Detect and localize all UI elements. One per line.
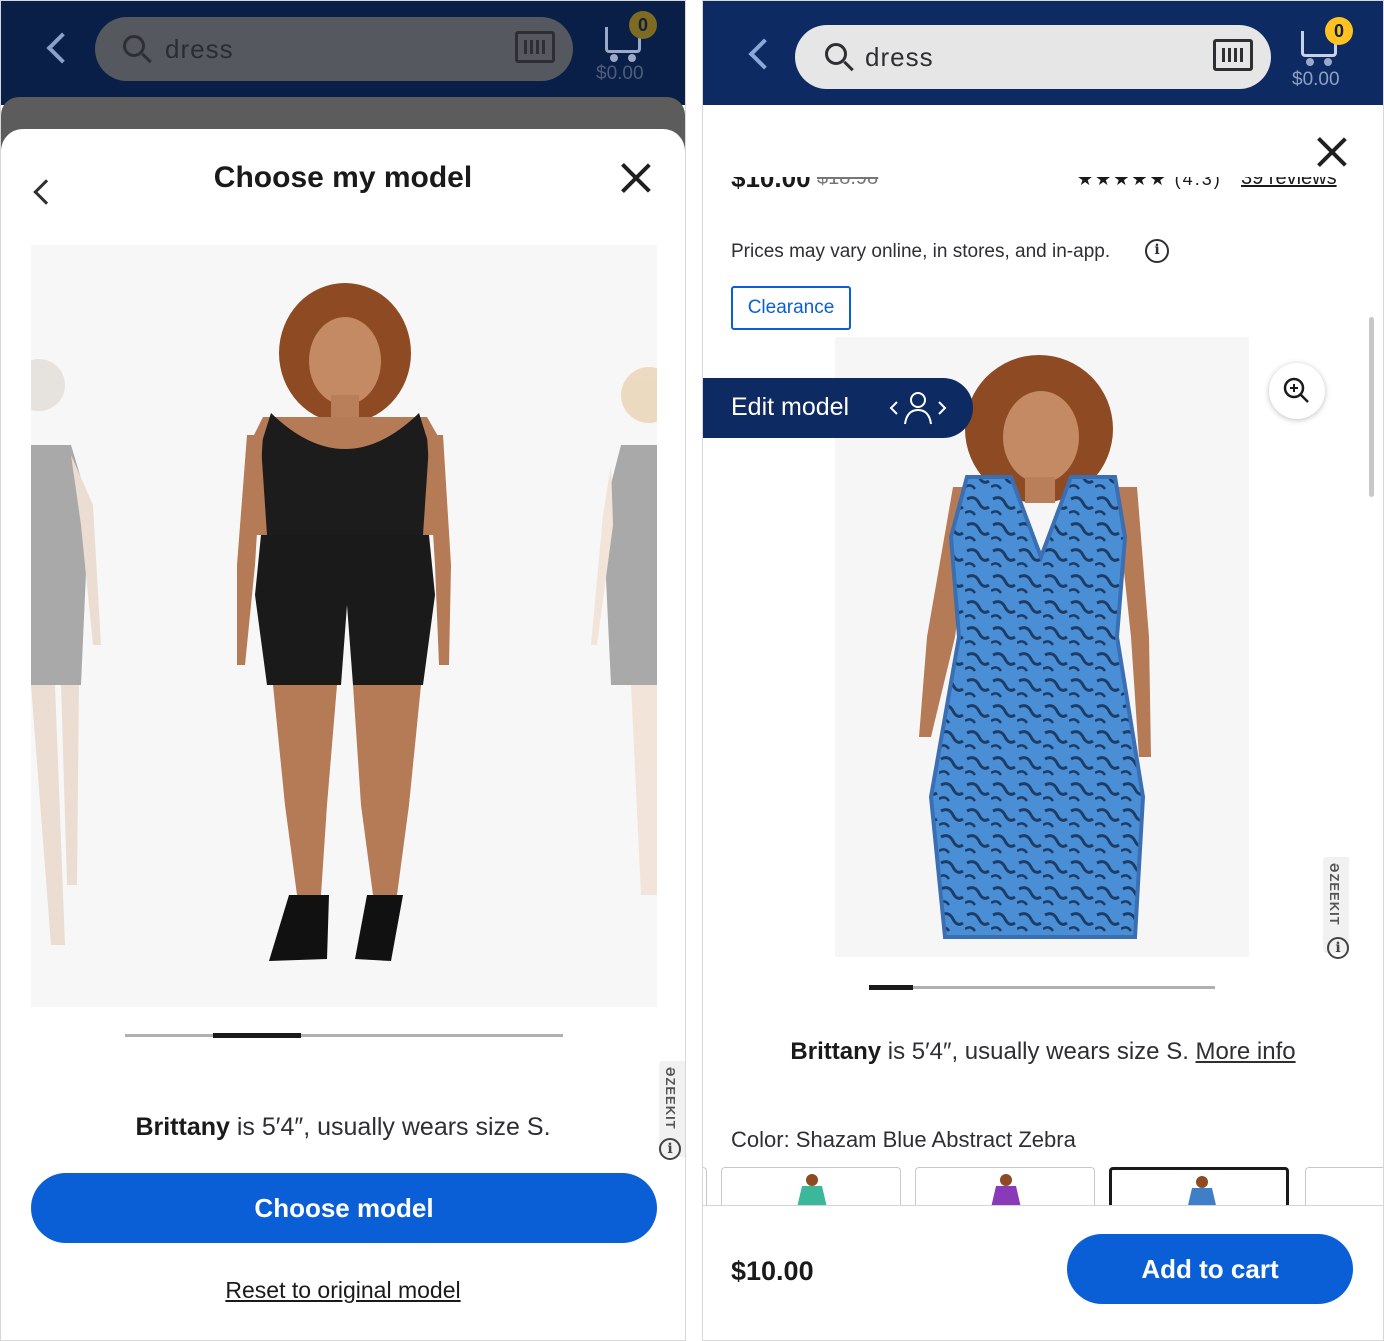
add-to-cart-button[interactable]: Add to cart xyxy=(1067,1234,1353,1304)
reviews-link[interactable]: 39 reviews xyxy=(1241,177,1337,190)
image-carousel-progress xyxy=(869,985,1215,990)
model-name: Brittany xyxy=(790,1038,882,1065)
info-icon[interactable]: i xyxy=(1327,937,1349,959)
edit-model-label: Edit model xyxy=(731,393,850,421)
current-price: $10.00 xyxy=(731,177,811,193)
prices-note: Prices may vary online, in stores, and i… xyxy=(731,241,1111,262)
carousel-progress-thumb xyxy=(212,1033,301,1038)
zoom-in-icon xyxy=(1283,377,1309,403)
header-bar: dress 0 $0.00 xyxy=(1,1,685,105)
switch-model-icon xyxy=(889,392,947,425)
cart-count-badge: 0 xyxy=(1325,17,1353,45)
prices-info-icon[interactable]: i xyxy=(1145,239,1169,263)
search-icon xyxy=(825,43,847,65)
product-screen: dress 0 $0.00 $10.00 $18.98 ★★★★★ (4.3) … xyxy=(702,0,1384,1341)
close-icon[interactable] xyxy=(1317,137,1347,167)
choose-model-screen: dress 0 $0.00 Choose my model ƏZEEKIT i … xyxy=(0,0,686,1341)
zoom-button[interactable] xyxy=(1269,363,1325,419)
clearance-badge: Clearance xyxy=(731,286,851,330)
cart-count-badge: 0 xyxy=(629,11,657,39)
model-carousel-image xyxy=(31,245,657,1007)
reset-model-link[interactable]: Reset to original model xyxy=(1,1277,685,1304)
more-info-link[interactable]: More info xyxy=(1196,1038,1296,1065)
search-bar[interactable]: dress xyxy=(95,17,573,81)
cart-total: $0.00 xyxy=(596,63,644,84)
back-arrow-icon[interactable] xyxy=(46,32,78,64)
model-carousel[interactable] xyxy=(31,245,657,1007)
sheet-title: Choose my model xyxy=(213,161,473,194)
header-bar: dress 0 $0.00 xyxy=(703,1,1383,105)
footer-price: $10.00 xyxy=(731,1256,814,1286)
image-carousel-thumb xyxy=(869,985,913,990)
color-label: Color: Shazam Blue Abstract Zebra xyxy=(731,1127,1076,1152)
add-to-cart-footer: $10.00 Add to cart xyxy=(703,1205,1383,1340)
page-scrollbar[interactable] xyxy=(1369,317,1374,497)
edit-model-button[interactable]: Edit model xyxy=(703,378,973,438)
zeekit-logo: ƏZEEKIT xyxy=(1327,863,1342,926)
model-description: Brittany is 5′4″, usually wears size S. … xyxy=(703,1038,1383,1066)
search-icon xyxy=(123,35,145,57)
back-arrow-icon[interactable] xyxy=(748,38,780,70)
model-size-text: is 5′4″, usually wears size S. xyxy=(881,1038,1196,1065)
cart-total: $0.00 xyxy=(1292,69,1340,90)
search-bar[interactable]: dress xyxy=(795,25,1271,89)
model-size-text: is 5′4″, usually wears size S. xyxy=(229,1113,551,1141)
search-input[interactable]: dress xyxy=(165,34,234,65)
search-input[interactable]: dress xyxy=(865,42,934,73)
model-name: Brittany xyxy=(135,1113,230,1141)
carousel-progress xyxy=(125,1033,563,1038)
rating-stars: ★★★★★ (4.3) xyxy=(1077,177,1222,189)
original-price: $18.98 xyxy=(817,177,879,189)
model-description: Brittany is 5′4″, usually wears size S. xyxy=(1,1113,685,1142)
choose-model-button[interactable]: Choose model xyxy=(31,1173,657,1243)
barcode-scan-icon[interactable] xyxy=(515,31,555,63)
price-rating-row: $10.00 $18.98 ★★★★★ (4.3) 39 reviews xyxy=(731,177,1355,197)
choose-model-sheet: Choose my model ƏZEEKIT i Brittany is 5′… xyxy=(1,129,685,1340)
close-icon[interactable] xyxy=(621,163,651,193)
barcode-scan-icon[interactable] xyxy=(1213,39,1253,71)
product-details-panel: $10.00 $18.98 ★★★★★ (4.3) 39 reviews Pri… xyxy=(703,105,1383,1340)
